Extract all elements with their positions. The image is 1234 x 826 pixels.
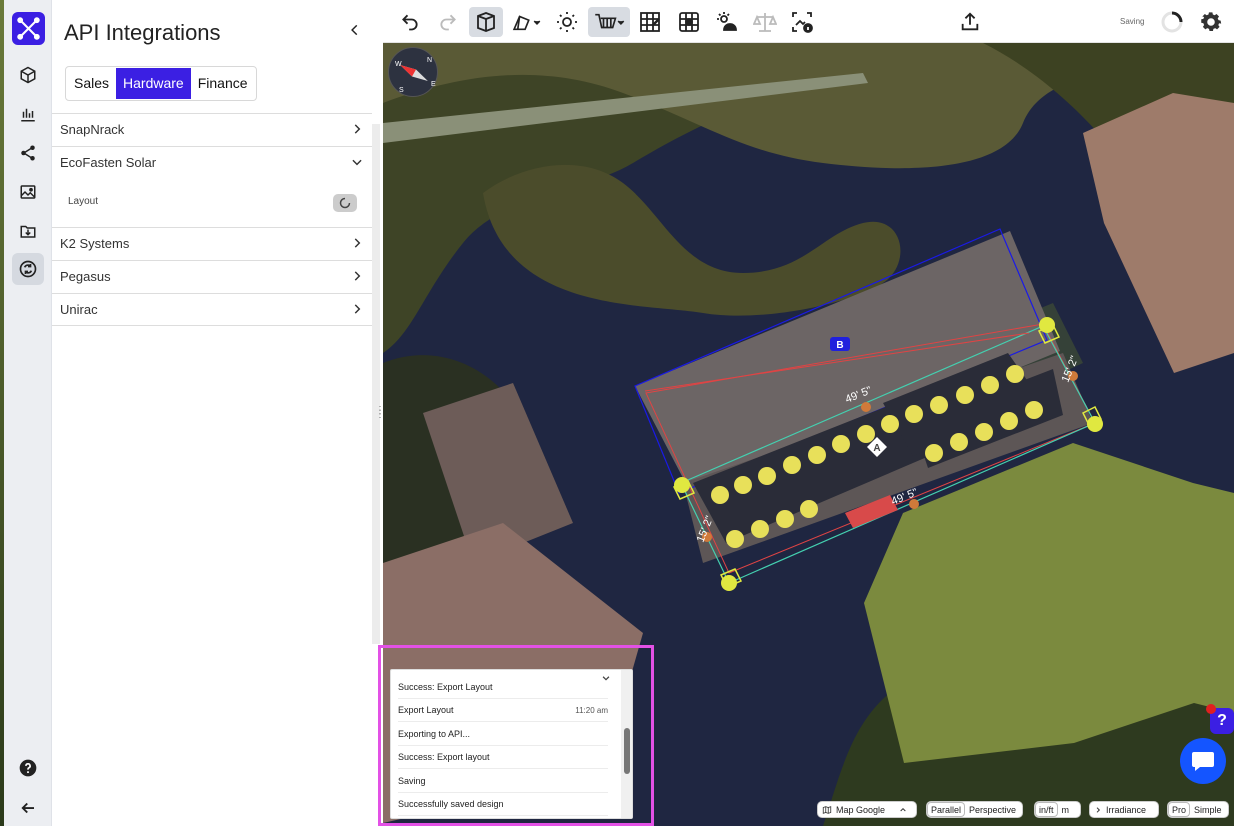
back-arrow-icon[interactable]: [12, 792, 44, 824]
projection-toggle[interactable]: Parallel Perspective: [926, 801, 1023, 818]
export-icon[interactable]: [957, 7, 983, 37]
accordion-label: Pegasus: [60, 269, 111, 284]
compass-letter: S: [399, 87, 404, 94]
panel-cart-icon[interactable]: [588, 7, 630, 37]
accordion-item-unirac[interactable]: Unirac: [52, 293, 372, 326]
help-icon[interactable]: [12, 752, 44, 784]
log-text: Successfully saved design: [398, 799, 504, 809]
accordion-label: EcoFasten Solar: [60, 155, 157, 170]
units-option-metric[interactable]: m: [1058, 802, 1074, 817]
globe-grid-icon[interactable]: [674, 7, 704, 37]
accordion-label: K2 Systems: [60, 236, 130, 251]
map-icon: [818, 802, 836, 817]
log-text: Exporting to API...: [398, 729, 471, 739]
irradiance-label: Irradiance: [1106, 804, 1147, 815]
map-source-label: Map Google: [836, 804, 886, 815]
collapse-panel-icon[interactable]: [345, 20, 365, 40]
compass-letter: W: [395, 61, 402, 68]
notification-dot: [1206, 704, 1216, 714]
shade-icon[interactable]: [712, 7, 742, 37]
chat-icon: [1192, 752, 1214, 771]
chevron-up-icon: [900, 807, 906, 811]
layout-export-button[interactable]: [333, 194, 357, 212]
panel-title: API Integrations: [64, 20, 221, 45]
3d-box-icon[interactable]: [469, 7, 503, 37]
chevron-right-icon: [1096, 806, 1101, 813]
chevron-down-icon: [352, 159, 362, 166]
log-item: Export Layout 11:20 am: [398, 699, 608, 722]
accordion-label: Unirac: [60, 302, 98, 317]
irradiance-toggle[interactable]: Irradiance: [1089, 801, 1159, 818]
cube-icon[interactable]: [12, 59, 44, 91]
map-source-select[interactable]: Map Google: [817, 801, 917, 818]
mode-option-pro[interactable]: Pro: [1168, 802, 1191, 817]
panel-grid-icon[interactable]: [635, 7, 665, 37]
chevron-right-icon: [354, 124, 361, 134]
chat-button[interactable]: [1180, 738, 1226, 784]
settings-icon[interactable]: [1197, 7, 1225, 37]
mode-toggle[interactable]: Pro Simple: [1167, 801, 1229, 818]
accordion-item-ecofasten-solar[interactable]: EcoFasten Solar: [52, 146, 372, 179]
download-folder-icon[interactable]: [12, 215, 44, 247]
activity-log[interactable]: Success: Export Layout Export Layout 11:…: [390, 669, 633, 819]
panel-scrollbar[interactable]: [372, 124, 380, 644]
redo-icon[interactable]: [435, 7, 461, 37]
share-icon[interactable]: [12, 137, 44, 169]
logo-icon[interactable]: [12, 12, 45, 45]
sun-orbit-icon[interactable]: [551, 7, 583, 37]
log-item: Successfully saved design: [398, 793, 608, 816]
compass-letter: N: [427, 57, 432, 64]
roof-label-b[interactable]: B: [836, 340, 843, 351]
saving-status: Saving: [1120, 17, 1145, 26]
roof-label-a[interactable]: A: [873, 443, 880, 454]
log-text: Success: Export Layout: [398, 682, 493, 692]
projection-option-perspective[interactable]: Perspective: [965, 802, 1020, 817]
log-scroll-thumb[interactable]: [624, 728, 630, 774]
log-timestamp: 11:20 am: [575, 706, 608, 715]
hardware-accordion: SnapNrack EcoFasten Solar Layout K2 Syst…: [52, 113, 372, 326]
layout-label: Layout: [68, 196, 99, 207]
accordion-item-pegasus[interactable]: Pegasus: [52, 260, 372, 293]
log-item: Saving: [398, 770, 608, 793]
bar-chart-icon[interactable]: [12, 98, 44, 130]
accordion-item-k2-systems[interactable]: K2 Systems: [52, 227, 372, 260]
log-item: Exporting to API...: [398, 723, 608, 746]
chevron-right-icon: [354, 271, 361, 281]
units-toggle[interactable]: in/ft m: [1034, 801, 1081, 818]
chevron-right-icon: [354, 304, 361, 314]
undo-icon[interactable]: [397, 7, 423, 37]
sync-icon[interactable]: [12, 253, 44, 285]
tab-finance[interactable]: Finance: [190, 68, 255, 99]
tab-hardware[interactable]: Hardware: [116, 68, 191, 99]
spinner-icon: [339, 197, 351, 209]
app-root: API Integrations Sales Hardware Finance …: [0, 0, 1234, 826]
roof-shape-icon[interactable]: [507, 7, 545, 37]
log-text: Saving: [398, 776, 426, 786]
accordion-label: SnapNrack: [60, 122, 125, 137]
image-icon[interactable]: [12, 176, 44, 208]
balance-icon[interactable]: [750, 7, 780, 37]
log-item: Success: Export Layout: [398, 676, 608, 699]
mode-option-simple[interactable]: Simple: [1190, 802, 1226, 817]
compass-letter: E: [431, 81, 436, 88]
units-option-imperial[interactable]: in/ft: [1035, 802, 1058, 817]
tab-sales[interactable]: Sales: [67, 68, 117, 99]
compass-icon[interactable]: N E S W: [388, 47, 438, 97]
api-integrations-panel: API Integrations Sales Hardware Finance …: [52, 0, 385, 826]
image-info-icon[interactable]: [787, 7, 817, 37]
accordion-item-snapnrack[interactable]: SnapNrack: [52, 113, 372, 146]
design-toolbar: Saving: [383, 0, 1234, 43]
integration-tabs: Sales Hardware Finance: [65, 66, 257, 101]
ecofasten-content: Layout: [52, 179, 372, 227]
log-text: Export Layout: [398, 705, 454, 715]
projection-option-parallel[interactable]: Parallel: [927, 802, 966, 817]
chevron-right-icon: [354, 238, 361, 248]
log-text: Success: Export layout: [398, 752, 490, 762]
spinner-icon: [1159, 7, 1185, 37]
sidebar-rail: [4, 0, 52, 826]
log-item: Success: Export layout: [398, 746, 608, 769]
